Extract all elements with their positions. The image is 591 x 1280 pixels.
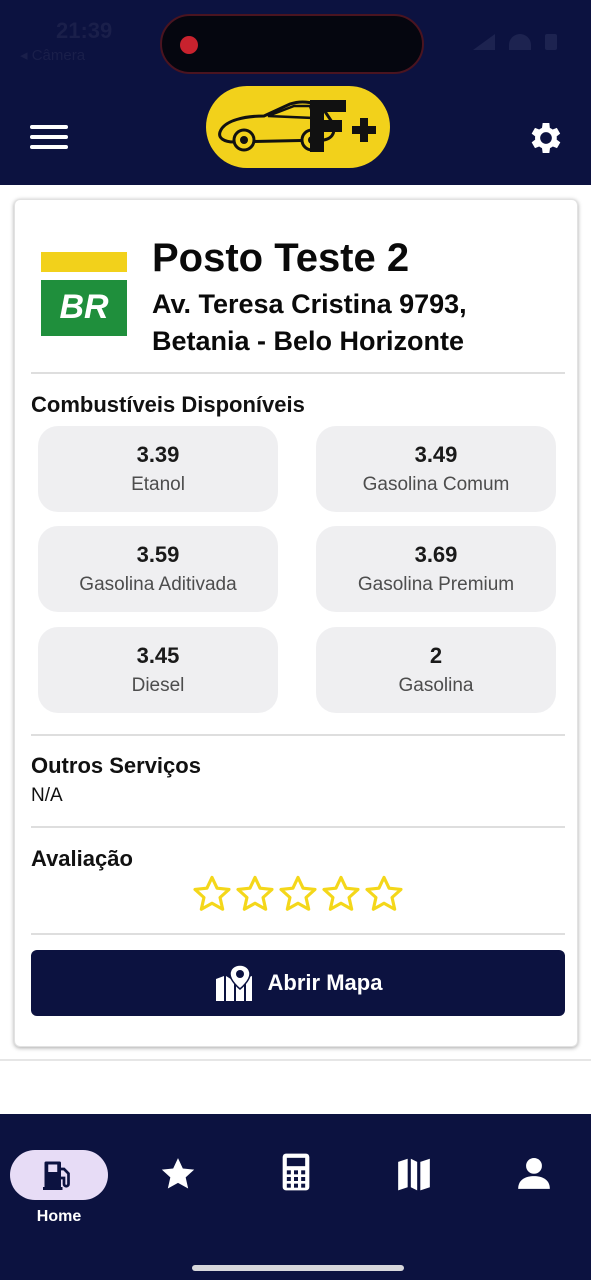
status-back-link[interactable]: ◂ Câmera — [20, 46, 85, 64]
calculator-icon — [282, 1153, 310, 1191]
fuel-card-gasolina-comum[interactable]: 3.49 Gasolina Comum — [316, 426, 556, 512]
status-time: 21:39 — [56, 18, 113, 43]
station-address: Av. Teresa Cristina 9793, Betania - Belo… — [152, 289, 467, 356]
hamburger-menu-icon[interactable] — [30, 122, 68, 152]
station-card: BR Posto Teste 2 Av. Teresa Cristina 979… — [14, 199, 578, 1047]
open-map-button[interactable]: Abrir Mapa — [31, 950, 565, 1016]
divider — [31, 372, 565, 374]
nav-item-map[interactable] — [364, 1132, 464, 1222]
fuel-card-gasolina[interactable]: 2 Gasolina — [316, 627, 556, 713]
star-outline-icon[interactable] — [234, 873, 276, 915]
bottom-navigation: Home — [0, 1114, 591, 1280]
fuel-price: 3.49 — [414, 442, 458, 467]
top-app-bar: 21:39 ◂ Câmera — [0, 0, 591, 185]
car-logo-icon — [218, 100, 376, 152]
fuel-name: Gasolina Comum — [362, 474, 510, 495]
fuel-card-etanol[interactable]: 3.39 Etanol — [38, 426, 278, 512]
star-outline-icon[interactable] — [320, 873, 362, 915]
fuel-card-diesel[interactable]: 3.45 Diesel — [38, 627, 278, 713]
app-logo — [206, 86, 390, 168]
divider — [31, 826, 565, 828]
fuel-name: Gasolina Aditivada — [79, 574, 237, 595]
star-outline-icon[interactable] — [363, 873, 405, 915]
wifi-icon — [509, 34, 531, 50]
divider — [31, 933, 565, 935]
nav-item-calculator[interactable] — [246, 1132, 346, 1222]
signal-icon — [473, 34, 495, 50]
nav-item-profile[interactable] — [484, 1132, 584, 1222]
dynamic-island — [160, 14, 424, 74]
nav-label-home: Home — [36, 1208, 82, 1225]
fuel-price: 3.39 — [136, 442, 180, 467]
battery-icon — [545, 34, 557, 50]
services-section-title: Outros Serviços — [31, 753, 201, 778]
fuel-price: 3.59 — [136, 542, 180, 567]
fuel-price: 3.69 — [414, 542, 458, 567]
fuel-price: 2 — [429, 643, 443, 668]
star-outline-icon[interactable] — [191, 873, 233, 915]
gear-icon[interactable] — [526, 118, 566, 158]
nav-item-favorites[interactable] — [128, 1132, 228, 1222]
fuel-card-gasolina-premium[interactable]: 3.69 Gasolina Premium — [316, 526, 556, 612]
svg-text:BR: BR — [59, 288, 109, 326]
nav-item-home[interactable]: Home — [0, 1132, 118, 1225]
fuel-name: Gasolina — [398, 675, 474, 696]
divider — [0, 1059, 591, 1061]
user-icon — [518, 1157, 550, 1189]
fuel-name: Diesel — [131, 675, 185, 696]
fuel-pump-icon — [43, 1161, 70, 1190]
br-petrobras-logo: BR — [41, 252, 127, 336]
open-map-button-label: Abrir Mapa — [267, 970, 383, 995]
star-icon — [161, 1158, 195, 1189]
rating-section-title: Avaliação — [31, 846, 133, 871]
star-outline-icon[interactable] — [277, 873, 319, 915]
status-icons — [473, 34, 557, 50]
station-name: Posto Teste 2 — [152, 236, 410, 280]
map-icon — [398, 1158, 430, 1191]
home-indicator — [192, 1265, 404, 1271]
fuel-name: Gasolina Premium — [357, 574, 515, 595]
fuel-price: 3.45 — [136, 643, 180, 668]
services-value: N/A — [31, 785, 63, 806]
rating-stars[interactable] — [191, 873, 405, 915]
fuel-card-gasolina-aditivada[interactable]: 3.59 Gasolina Aditivada — [38, 526, 278, 612]
fuel-name: Etanol — [131, 474, 185, 495]
recording-indicator-icon — [180, 36, 198, 54]
fuels-section-title: Combustíveis Disponíveis — [31, 392, 305, 417]
divider — [31, 734, 565, 736]
map-marker-icon — [215, 964, 252, 1001]
